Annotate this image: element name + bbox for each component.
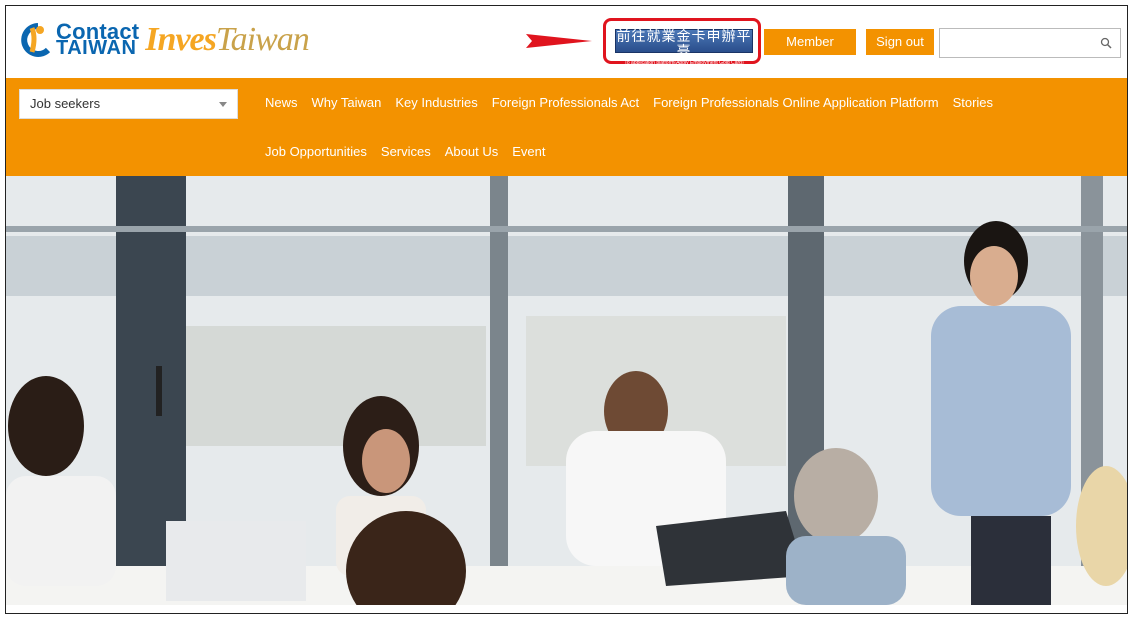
invest-logo-part-b: Taiwan: [215, 21, 310, 58]
chevron-down-icon: [219, 102, 227, 107]
logo-taiwan-text: TAIWAN: [56, 37, 137, 59]
main-nav: Job seekers News Why Taiwan Key Industri…: [6, 78, 1127, 176]
contact-taiwan-logo-icon: [21, 23, 51, 57]
nav-item-foreign-professionals-act[interactable]: Foreign Professionals Act: [492, 95, 639, 110]
page-frame: Contact TAIWAN InvesTaiwan 前往就業金卡申辦平臺 To…: [5, 5, 1128, 614]
logo-wordmark: Contact TAIWAN: [56, 21, 139, 59]
invest-taiwan-logo: InvesTaiwan: [145, 21, 310, 59]
nav-item-services[interactable]: Services: [381, 144, 431, 159]
gold-card-platform-button[interactable]: 前往就業金卡申辦平臺 To application platform(Apply…: [615, 29, 753, 66]
nav-item-news[interactable]: News: [265, 95, 298, 110]
sign-out-button[interactable]: Sign out: [866, 29, 934, 55]
nav-item-about-us[interactable]: About Us: [445, 144, 498, 159]
nav-row-2: Job Opportunities Services About Us Even…: [265, 144, 546, 159]
site-logo[interactable]: Contact TAIWAN InvesTaiwan: [18, 16, 310, 64]
search-icon[interactable]: [1100, 37, 1112, 49]
gold-card-highlight-box: 前往就業金卡申辦平臺 To application platform(Apply…: [603, 18, 761, 66]
office-meeting-photo-icon: [6, 176, 1127, 605]
red-arrow-annotation-icon: [526, 34, 592, 48]
hero-banner: [6, 176, 1127, 605]
audience-select-value: Job seekers: [30, 96, 101, 111]
nav-item-key-industries[interactable]: Key Industries: [395, 95, 477, 110]
nav-item-online-application-platform[interactable]: Foreign Professionals Online Application…: [653, 95, 938, 110]
member-area-button[interactable]: Member Area: [764, 29, 856, 75]
nav-item-event[interactable]: Event: [512, 144, 545, 159]
gold-card-zh-label: 前往就業金卡申辦平臺: [616, 29, 752, 60]
site-header: Contact TAIWAN InvesTaiwan 前往就業金卡申辦平臺 To…: [6, 6, 1127, 78]
nav-item-stories[interactable]: Stories: [953, 95, 993, 110]
nav-item-why-taiwan[interactable]: Why Taiwan: [312, 95, 382, 110]
audience-select[interactable]: Job seekers: [19, 89, 238, 119]
nav-row-1: News Why Taiwan Key Industries Foreign P…: [265, 95, 993, 110]
search-box: [939, 28, 1121, 58]
nav-item-job-opportunities[interactable]: Job Opportunities: [265, 144, 367, 159]
search-input[interactable]: [940, 29, 1090, 57]
invest-logo-part-a: Inves: [145, 21, 217, 58]
gold-card-en-label: To application platform(Apply Employment…: [624, 60, 744, 66]
